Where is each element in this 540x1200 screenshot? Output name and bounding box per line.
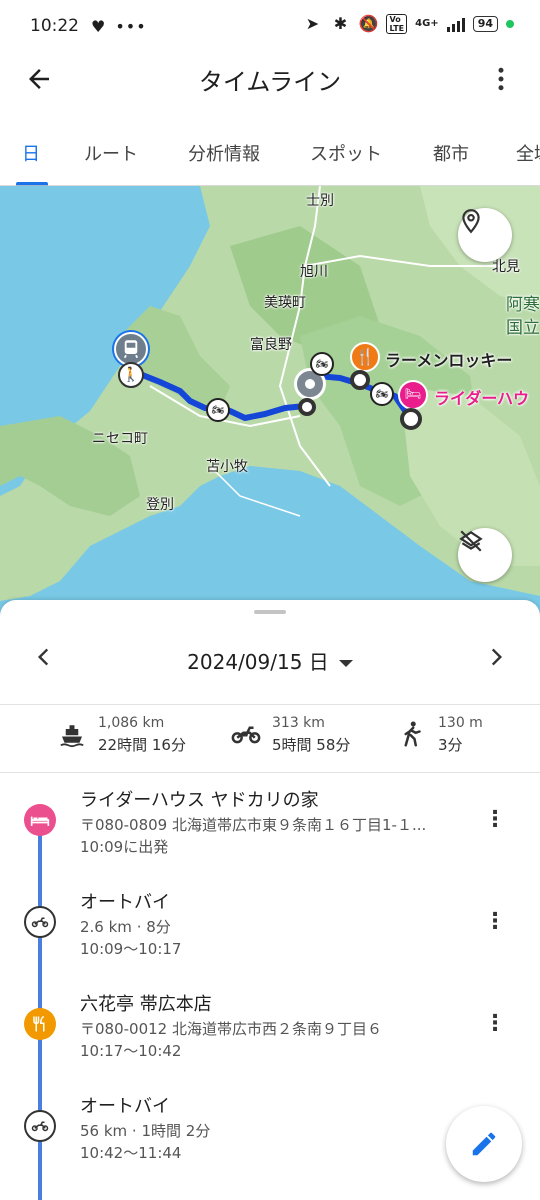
page-title: タイムライン [198, 68, 342, 96]
location-arrow-icon: ➤ [305, 14, 320, 33]
stat-walking: 130 m 3分 [396, 712, 483, 756]
item-title: オートバイ [80, 892, 170, 913]
stat-duration: 3分 [438, 736, 463, 754]
map-label-tomakomai: 苫小牧 [206, 459, 248, 475]
chevron-right-icon [491, 648, 503, 666]
stop-marker-icon [350, 370, 370, 390]
volte-icon: Vo LTE [386, 14, 408, 34]
stat-distance: 1,086 km [98, 715, 165, 731]
map-label-asahikawa: 旭川 [300, 264, 328, 280]
lodging-icon [24, 804, 56, 836]
drag-handle[interactable] [254, 610, 286, 614]
motorcycle-marker-icon[interactable]: 🏍 [206, 398, 230, 422]
stat-duration: 5時間 58分 [272, 736, 351, 754]
map-label-kokuritsu: 国立 [506, 318, 540, 338]
tab-bar: 日 ルート 分析情報 スポット 都市 全域 [0, 124, 540, 186]
map-label-furano: 富良野 [250, 337, 292, 353]
divider [0, 772, 540, 773]
item-distance: 2.6 km · 8分 [80, 918, 171, 936]
map-poi-ramen[interactable]: ラーメンロッキー [385, 347, 512, 371]
daily-summary: 1,086 km 22時間 16分 313 km 5時間 58分 130 m 3… [0, 712, 540, 770]
item-menu-icon[interactable]: ⋮ [480, 805, 510, 835]
stat-distance: 313 km [272, 715, 325, 731]
app-bar: タイムライン [0, 52, 540, 110]
edit-button[interactable] [446, 1106, 522, 1182]
layers-off-icon [459, 530, 483, 552]
pencil-icon [472, 1132, 496, 1156]
map-label-biei: 美瑛町 [264, 295, 306, 311]
layers-off-button[interactable] [458, 528, 512, 582]
status-time: 10:22 [30, 16, 79, 36]
tab-insights[interactable]: 分析情報 [188, 124, 260, 186]
item-time: 10:09〜10:17 [80, 940, 182, 958]
item-time: 10:17〜10:42 [80, 1042, 182, 1060]
stat-motorcycle: 313 km 5時間 58分 [230, 712, 350, 756]
walking-marker-icon[interactable]: 🚶 [118, 362, 144, 388]
location-pin-button[interactable] [458, 208, 512, 262]
tab-cities[interactable]: 都市 [433, 124, 469, 186]
stop-marker-icon [298, 398, 316, 416]
date-selector: 2024/09/15 日 [0, 640, 540, 684]
location-pin-icon [462, 209, 480, 234]
item-menu-icon[interactable]: ⋮ [480, 1009, 510, 1039]
timeline-sheet: 2024/09/15 日 1,086 km 22時間 16分 313 km 5時… [0, 600, 540, 1200]
date-dropdown[interactable]: 2024/09/15 日 [0, 646, 540, 675]
mute-bell-icon: 🔕 [358, 14, 379, 33]
lodging-marker-icon[interactable]: 🛏 [398, 380, 428, 410]
item-title: 六花亭 帯広本店 [80, 994, 212, 1015]
map-label-akan: 阿寒 [506, 295, 540, 315]
next-day-button[interactable] [478, 644, 514, 680]
item-distance: 56 km · 1時間 2分 [80, 1122, 211, 1140]
signal-icon [446, 16, 465, 32]
date-label: 2024/09/15 日 [187, 650, 329, 674]
bluetooth-icon: ✱ [333, 14, 348, 33]
walking-icon [396, 718, 428, 750]
map-label-niseko: ニセコ町 [92, 431, 148, 447]
item-address: 〒080-0809 北海道帯広市東９条南１６丁目1-１... [80, 816, 427, 834]
status-bar: 10:22 ♥ ••• ➤ ✱ 🔕 Vo LTE 4G+ 94 [0, 0, 540, 52]
heart-icon: ♥ [91, 16, 106, 36]
item-title: ライダーハウス ヤドカリの家 [80, 790, 319, 811]
dropdown-caret-icon [338, 660, 353, 667]
map-view[interactable]: 士別 旭川 北見 美瑛町 阿寒 国立 富良野 ニセコ町 苫小牧 登別 🚶 🏍 🏍… [0, 186, 540, 616]
stat-ferry: 1,086 km 22時間 16分 [56, 712, 186, 756]
item-time: 10:42〜11:44 [80, 1144, 182, 1162]
motorcycle-icon [24, 1110, 56, 1142]
network-type: 4G+ [415, 18, 439, 29]
ferry-icon [56, 718, 88, 750]
battery-icon: 94 [472, 16, 498, 32]
motorcycle-marker-icon[interactable]: 🏍 [310, 352, 334, 376]
stat-distance: 130 m [438, 715, 483, 731]
map-label-shibetsu: 士別 [306, 193, 334, 209]
map-poi-rider[interactable]: ライダーハウ [434, 385, 529, 409]
item-menu-icon[interactable]: ⋮ [480, 907, 510, 937]
train-station-marker-icon[interactable] [114, 332, 148, 366]
privacy-dot-icon [506, 20, 514, 28]
motorcycle-icon [24, 906, 56, 938]
motorcycle-marker-icon[interactable]: 🏍 [370, 382, 394, 406]
item-title: オートバイ [80, 1096, 170, 1117]
item-time: 10:09に出発 [80, 838, 169, 856]
restaurant-marker-icon[interactable]: 🍴 [350, 342, 380, 372]
tab-all[interactable]: 全域 [516, 124, 540, 186]
overflow-menu-icon[interactable] [484, 64, 518, 98]
tab-spots[interactable]: スポット [310, 124, 382, 186]
map-label-noboribetsu: 登別 [146, 497, 174, 513]
tab-day[interactable]: 日 [22, 124, 40, 186]
stop-marker-icon [400, 408, 422, 430]
more-notifications-icon: ••• [115, 16, 147, 36]
tab-route[interactable]: ルート [84, 124, 138, 186]
motorcycle-icon [230, 718, 262, 750]
restaurant-icon [24, 1008, 56, 1040]
stat-duration: 22時間 16分 [98, 736, 186, 754]
item-address: 〒080-0012 北海道帯広市西２条南９丁目６ [80, 1020, 382, 1038]
divider [0, 704, 540, 705]
